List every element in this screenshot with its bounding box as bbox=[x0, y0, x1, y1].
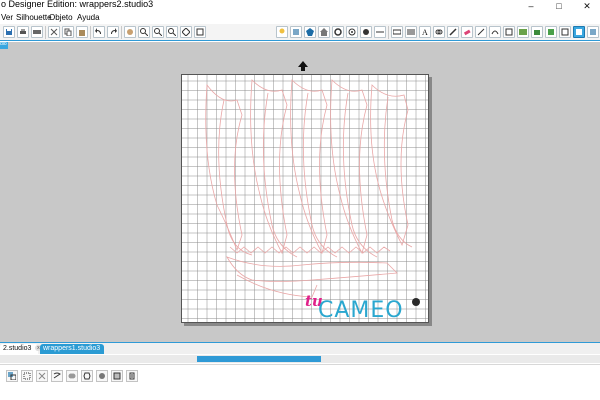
polygon-icon[interactable] bbox=[304, 26, 316, 38]
fit-page-icon[interactable] bbox=[194, 26, 206, 38]
toolbar-divider bbox=[121, 26, 122, 39]
line-style-icon[interactable] bbox=[374, 26, 386, 38]
print-icon[interactable] bbox=[17, 26, 29, 38]
text-icon[interactable]: A bbox=[419, 26, 431, 38]
release-compound-icon[interactable] bbox=[51, 370, 63, 382]
shapes-icon[interactable] bbox=[290, 26, 302, 38]
house-icon[interactable] bbox=[318, 26, 330, 38]
menu-bar: Ver Silhouette Objeto Ayuda bbox=[0, 12, 600, 24]
horizontal-scrollbar[interactable] bbox=[0, 355, 600, 363]
zoom-out-icon[interactable] bbox=[152, 26, 164, 38]
tab-document-2[interactable]: 2.studio3 x bbox=[0, 344, 42, 354]
page-setup-icon[interactable] bbox=[559, 26, 571, 38]
trace-icon[interactable] bbox=[96, 370, 108, 382]
svg-text:A: A bbox=[422, 28, 428, 36]
silhouette-studio-window: o Designer Edition: wrappers2.studio3 – … bbox=[0, 0, 600, 400]
logo-cameo-text: CAMEO bbox=[318, 298, 404, 323]
ungroup-icon[interactable] bbox=[21, 370, 33, 382]
main-toolbar: A bbox=[0, 24, 600, 41]
wrapper-shape bbox=[302, 92, 338, 258]
zoom-selection-icon[interactable] bbox=[166, 26, 178, 38]
wrapper-shape bbox=[342, 92, 378, 258]
page-grid bbox=[182, 75, 428, 322]
undo-icon[interactable] bbox=[93, 26, 105, 38]
wrapper-cut-lines bbox=[205, 79, 413, 298]
compound-icon[interactable] bbox=[36, 370, 48, 382]
wrapper-edge bbox=[226, 256, 398, 282]
fill-pattern-icon[interactable] bbox=[111, 370, 123, 382]
scrollbar-thumb[interactable] bbox=[197, 356, 321, 362]
library-icon[interactable] bbox=[545, 26, 557, 38]
maximize-button[interactable]: □ bbox=[552, 0, 566, 12]
pen-icon[interactable] bbox=[475, 26, 487, 38]
close-button[interactable]: ✕ bbox=[580, 0, 594, 12]
bottom-toolbar bbox=[0, 364, 600, 400]
tab-label: wrappers1.studio3 bbox=[43, 345, 101, 352]
layers-icon[interactable] bbox=[531, 26, 543, 38]
toolbar-divider bbox=[90, 26, 91, 39]
pixscan-icon[interactable] bbox=[503, 26, 515, 38]
copy-icon[interactable] bbox=[62, 26, 74, 38]
logo-dot bbox=[412, 298, 420, 306]
menu-ver[interactable]: Ver bbox=[1, 12, 13, 24]
knife-icon[interactable] bbox=[447, 26, 459, 38]
weld-icon[interactable] bbox=[66, 370, 78, 382]
toolbar-divider bbox=[45, 26, 46, 39]
rectangle-icon[interactable] bbox=[391, 26, 403, 38]
minimize-button[interactable]: – bbox=[524, 0, 538, 12]
title-bar: o Designer Edition: wrappers2.studio3 – … bbox=[0, 0, 600, 12]
bulb-icon[interactable] bbox=[276, 26, 288, 38]
page-orientation-arrow-icon[interactable] bbox=[298, 61, 308, 71]
arrange-icon[interactable] bbox=[126, 370, 138, 382]
cut-icon[interactable] bbox=[48, 26, 60, 38]
toolbar-divider bbox=[388, 26, 389, 39]
tab-label: 2.studio3 bbox=[3, 345, 32, 352]
window-title: o Designer Edition: wrappers2.studio3 bbox=[1, 0, 154, 9]
replicate-icon[interactable] bbox=[433, 26, 445, 38]
zoom-fit-icon[interactable] bbox=[180, 26, 192, 38]
wrapper-shape bbox=[370, 84, 409, 247]
wrapper-shape bbox=[262, 92, 298, 258]
save-icon[interactable] bbox=[3, 26, 15, 38]
send-to-cutter-icon[interactable] bbox=[31, 26, 43, 38]
image-icon[interactable] bbox=[517, 26, 529, 38]
menu-lines-icon[interactable] bbox=[405, 26, 417, 38]
offset-icon[interactable] bbox=[81, 370, 93, 382]
paste-icon[interactable] bbox=[76, 26, 88, 38]
menu-objeto[interactable]: Objeto bbox=[49, 12, 73, 24]
eraser-icon[interactable] bbox=[461, 26, 473, 38]
group-icon[interactable] bbox=[6, 370, 18, 382]
document-tabs: 2.studio3 x wrappers1.studio3 bbox=[0, 342, 600, 354]
side-panel-tab-label: dio bbox=[0, 41, 7, 47]
design-view-icon[interactable] bbox=[573, 26, 585, 38]
menu-ayuda[interactable]: Ayuda bbox=[77, 12, 100, 24]
store-view-icon[interactable] bbox=[587, 26, 599, 38]
zoom-in-icon[interactable] bbox=[138, 26, 150, 38]
target-icon[interactable] bbox=[346, 26, 358, 38]
fill-icon[interactable] bbox=[360, 26, 372, 38]
menu-silhouette[interactable]: Silhouette bbox=[16, 12, 52, 24]
gear-shape-icon[interactable] bbox=[332, 26, 344, 38]
pan-icon[interactable] bbox=[124, 26, 136, 38]
redo-icon[interactable] bbox=[107, 26, 119, 38]
cutting-mat-page[interactable] bbox=[181, 74, 429, 323]
tab-wrappers1[interactable]: wrappers1.studio3 bbox=[40, 344, 104, 354]
sketch-icon[interactable] bbox=[489, 26, 501, 38]
